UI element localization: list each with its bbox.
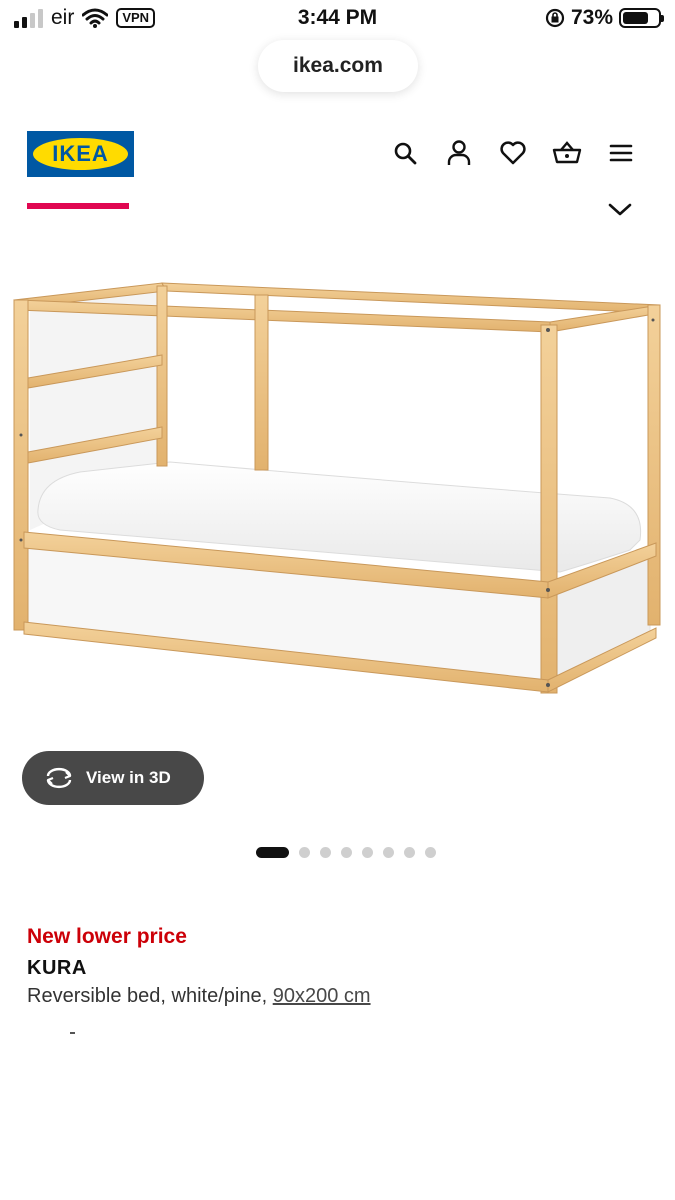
status-bar: eir VPN 3:44 PM 73%: [0, 0, 675, 40]
size-link[interactable]: 90x200 cm: [273, 985, 371, 1007]
active-section-underline: [27, 203, 129, 209]
product-image[interactable]: [0, 260, 675, 720]
chevron-down-icon[interactable]: [604, 196, 636, 222]
status-right: 73%: [545, 6, 664, 30]
carousel-dot[interactable]: [425, 847, 436, 858]
carousel-dot[interactable]: [320, 847, 331, 858]
ikea-logo[interactable]: IKEA: [27, 131, 134, 177]
url-bar[interactable]: ikea.com: [258, 40, 418, 92]
carousel-dot[interactable]: [383, 847, 394, 858]
header-icons: [389, 137, 637, 169]
carousel-dot[interactable]: [299, 847, 310, 858]
carousel-dot[interactable]: [256, 847, 289, 858]
orientation-lock-icon: [545, 8, 565, 28]
menu-icon[interactable]: [605, 137, 637, 169]
battery-percent: 73%: [570, 6, 613, 29]
product-description: Reversible bed, white/pine, 90x200 cm: [27, 985, 371, 1008]
rotate-3d-icon: [46, 767, 72, 789]
carousel-dots: [256, 847, 436, 858]
logo-oval: IKEA: [33, 138, 128, 170]
basket-icon[interactable]: [551, 137, 583, 169]
carousel-dot[interactable]: [362, 847, 373, 858]
carousel-dot[interactable]: [341, 847, 352, 858]
url-text: ikea.com: [293, 54, 383, 77]
product-description-text: Reversible bed, white/pine,: [27, 985, 268, 1007]
product-name: KURA: [27, 957, 87, 979]
logo-text: IKEA: [52, 141, 109, 166]
view-in-3d-label: View in 3D: [86, 768, 171, 787]
battery-icon: [619, 8, 664, 28]
heart-icon[interactable]: [497, 137, 529, 169]
partial-rating-mark: [70, 1032, 75, 1034]
view-in-3d-button[interactable]: View in 3D: [22, 751, 204, 805]
price-promo-label: New lower price: [27, 925, 187, 948]
carousel-dot[interactable]: [404, 847, 415, 858]
account-icon[interactable]: [443, 137, 475, 169]
search-icon[interactable]: [389, 137, 421, 169]
